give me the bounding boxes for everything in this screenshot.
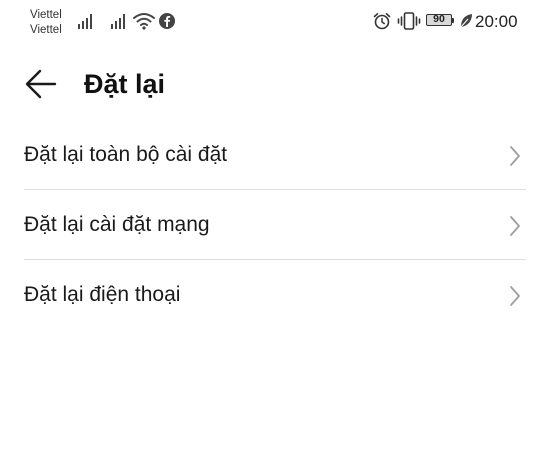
status-time: 20:00 xyxy=(475,12,518,31)
carrier-name-1: Viettel xyxy=(30,9,62,21)
carrier-names: Viettel Viettel xyxy=(30,8,74,38)
signal-icon xyxy=(111,14,125,29)
arrow-left-icon xyxy=(25,69,57,99)
wifi-icon xyxy=(133,13,155,30)
reset-options-list: Đặt lại toàn bộ cài đặt Đặt lại cài đặt … xyxy=(0,120,550,330)
vibrate-icon xyxy=(397,12,421,30)
alarm-icon xyxy=(373,13,391,30)
carrier-name-2: Viettel xyxy=(30,24,62,36)
signal-icon xyxy=(78,14,92,29)
list-item-label: Đặt lại điện thoại xyxy=(24,283,181,306)
status-bar: Viettel Viettel 90 20:00 xyxy=(0,0,550,46)
list-item-label: Đặt lại cài đặt mạng xyxy=(24,213,210,236)
list-item-reset-phone[interactable]: Đặt lại điện thoại xyxy=(0,260,550,330)
chevron-right-icon xyxy=(510,216,520,236)
page-title: Đặt lại xyxy=(84,69,166,99)
list-item-reset-network-settings[interactable]: Đặt lại cài đặt mạng xyxy=(0,190,550,260)
back-button[interactable] xyxy=(22,66,60,102)
leaf-icon xyxy=(460,14,472,28)
facebook-icon xyxy=(159,13,175,29)
app-header: Đặt lại xyxy=(0,56,550,112)
chevron-right-icon xyxy=(510,146,520,166)
list-item-label: Đặt lại toàn bộ cài đặt xyxy=(24,143,228,166)
list-item-reset-all-settings[interactable]: Đặt lại toàn bộ cài đặt xyxy=(0,120,550,190)
battery-percent: 90 xyxy=(433,13,445,25)
battery-icon: 90 xyxy=(426,13,456,28)
chevron-right-icon xyxy=(510,286,520,306)
